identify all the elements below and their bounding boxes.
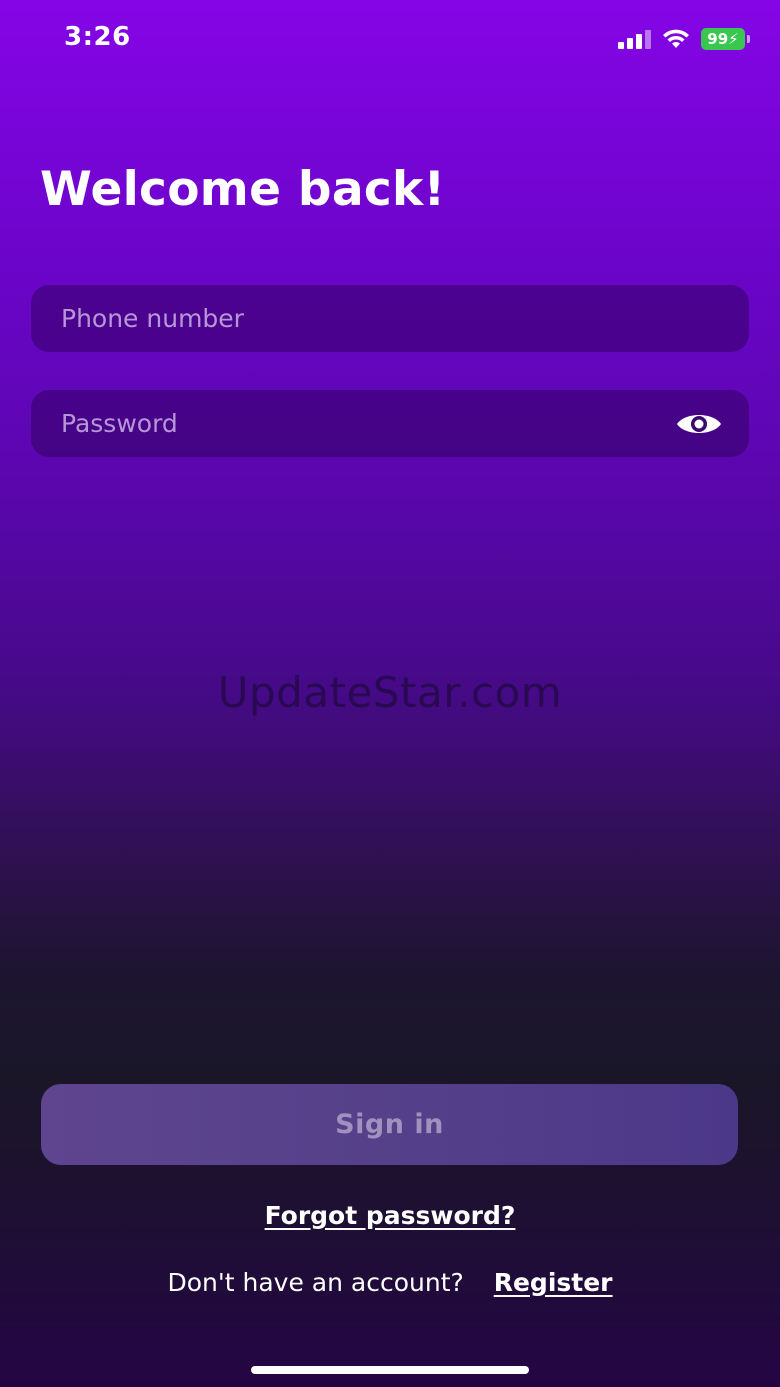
phone-field-container [31,285,749,352]
forgot-password-link-row: Forgot password? [0,1201,780,1230]
status-time: 3:26 [64,22,131,52]
toggle-password-visibility-button[interactable] [675,406,723,442]
status-bar-icons: 99⚡ [618,24,750,54]
cellular-signal-icon [618,29,651,49]
phone-number-input[interactable] [61,304,723,333]
sign-in-button[interactable]: Sign in [41,1084,738,1165]
register-link[interactable]: Register [494,1268,613,1297]
register-row: Don't have an account? Register [0,1268,780,1297]
page-title: Welcome back! [40,162,446,217]
wifi-icon [663,29,689,48]
password-input[interactable] [61,409,675,438]
forgot-password-link[interactable]: Forgot password? [265,1201,516,1230]
no-account-text: Don't have an account? [167,1268,464,1297]
sign-in-label: Sign in [335,1109,444,1140]
battery-charging-icon: 99⚡ [701,28,750,50]
login-screen: 3:26 99⚡ Welcome back! Phone number Upda… [0,0,780,1387]
password-field-container [31,390,749,457]
eye-icon [677,414,721,433]
home-indicator[interactable] [251,1366,529,1374]
battery-level: 99 [707,30,729,48]
watermark: UpdateStar.com [217,668,563,717]
